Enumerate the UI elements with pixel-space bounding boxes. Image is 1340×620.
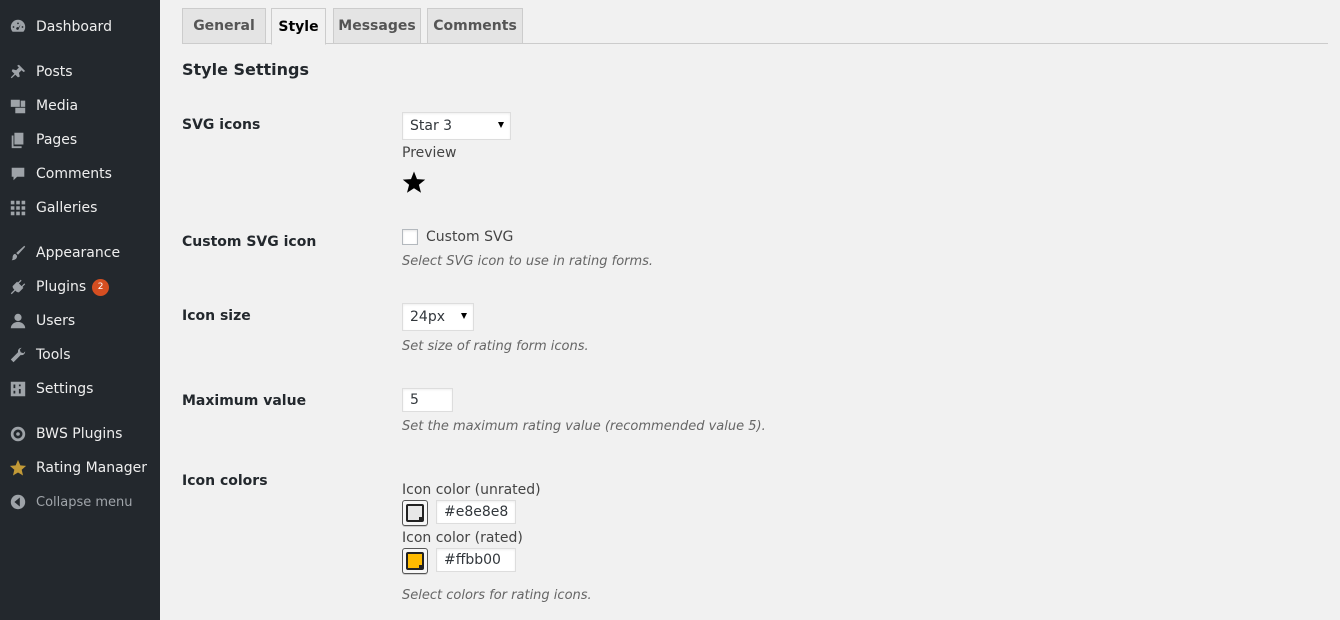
bws-icon: [8, 424, 28, 444]
unrated-color-input[interactable]: #e8e8e8: [436, 500, 516, 524]
sidebar-item-rating-manager[interactable]: Rating Manager: [0, 451, 160, 485]
svg-icon-select-value: Star 3: [410, 118, 453, 134]
section-title: Style Settings: [182, 60, 310, 79]
custom-svg-description: Select SVG icon to use in rating forms.: [402, 254, 654, 269]
svg-icon-select[interactable]: Star 3: [402, 112, 511, 140]
sidebar-item-label: Plugins: [36, 279, 87, 295]
media-icon: [8, 96, 28, 116]
sidebar-item-label: Dashboard: [36, 19, 112, 35]
sidebar-item-label: Pages: [36, 132, 78, 148]
pages-icon: [8, 130, 28, 150]
unrated-color-label: Icon color (unrated): [402, 482, 541, 498]
picker-corner-icon: [419, 565, 423, 569]
icon-colors-label: Icon colors: [182, 473, 268, 489]
sidebar-item-label: Comments: [36, 166, 112, 182]
tab-comments[interactable]: Comments: [427, 8, 523, 44]
sidebar-item-label: Media: [36, 98, 79, 114]
max-value-input[interactable]: 5: [402, 388, 453, 412]
sidebar-item-label: Posts: [36, 64, 73, 80]
unrated-color-picker-button[interactable]: [402, 500, 428, 526]
sidebar-item-bws-plugins[interactable]: BWS Plugins: [0, 417, 160, 451]
tab-general[interactable]: General: [182, 8, 266, 44]
icon-size-description: Set size of rating form icons.: [402, 339, 589, 354]
update-count-badge: 2: [92, 278, 110, 296]
sidebar-item-label: Users: [36, 313, 76, 329]
rated-color-input[interactable]: #ffbb00: [436, 548, 516, 572]
sidebar-item-pages[interactable]: Pages: [0, 123, 160, 157]
rated-color-picker-button[interactable]: [402, 548, 428, 574]
dropdown-arrow-icon: [461, 313, 467, 319]
brush-icon: [8, 243, 28, 263]
grid-icon: [8, 198, 28, 218]
dropdown-arrow-icon: [498, 122, 504, 128]
custom-svg-checkbox-label: Custom SVG: [426, 229, 514, 245]
star-preview-icon: [402, 170, 426, 194]
sidebar-item-comments[interactable]: Comments: [0, 157, 160, 191]
plug-icon: [8, 277, 28, 297]
pin-icon: [8, 62, 28, 82]
tab-style[interactable]: Style: [271, 8, 326, 45]
user-icon: [8, 311, 28, 331]
sidebar-item-label: Appearance: [36, 245, 121, 261]
comment-icon: [8, 164, 28, 184]
preview-label: Preview: [402, 145, 457, 161]
sidebar-item-label: Tools: [36, 347, 71, 363]
sidebar-item-plugins[interactable]: Plugins 2: [0, 270, 160, 304]
custom-svg-label: Custom SVG icon: [182, 234, 317, 250]
settings-main: General Style Messages Comments Style Se…: [160, 0, 1340, 620]
icon-colors-description: Select colors for rating icons.: [402, 588, 592, 603]
svg-icons-label: SVG icons: [182, 117, 261, 133]
sidebar-item-galleries[interactable]: Galleries: [0, 191, 160, 225]
sidebar-item-tools[interactable]: Tools: [0, 338, 160, 372]
sliders-icon: [8, 379, 28, 399]
star-icon: [8, 458, 28, 478]
collapse-menu-label: Collapse menu: [36, 494, 133, 510]
custom-svg-checkbox[interactable]: [402, 229, 418, 245]
dashboard-icon: [8, 17, 28, 37]
sidebar-item-label: Rating Manager: [36, 460, 147, 476]
sidebar-item-appearance[interactable]: Appearance: [0, 236, 160, 270]
collapse-menu-button[interactable]: Collapse menu: [0, 485, 160, 519]
picker-corner-icon: [419, 517, 423, 521]
sidebar-item-posts[interactable]: Posts: [0, 55, 160, 89]
collapse-icon: [8, 492, 28, 512]
sidebar-item-label: Galleries: [36, 200, 98, 216]
settings-tabs: General Style Messages Comments: [182, 8, 1328, 45]
icon-size-select-value: 24px: [410, 309, 445, 325]
admin-sidebar: Dashboard Posts Media Pages Comments Gal…: [0, 0, 160, 620]
icon-size-label: Icon size: [182, 308, 251, 324]
sidebar-item-media[interactable]: Media: [0, 89, 160, 123]
wrench-icon: [8, 345, 28, 365]
max-value-description: Set the maximum rating value (recommende…: [402, 419, 766, 434]
sidebar-item-dashboard[interactable]: Dashboard: [0, 10, 160, 44]
rated-color-label: Icon color (rated): [402, 530, 523, 546]
max-value-label: Maximum value: [182, 393, 307, 409]
sidebar-item-settings[interactable]: Settings: [0, 372, 160, 406]
icon-size-select[interactable]: 24px: [402, 303, 474, 331]
sidebar-item-label: BWS Plugins: [36, 426, 123, 442]
sidebar-item-users[interactable]: Users: [0, 304, 160, 338]
sidebar-item-label: Settings: [36, 381, 94, 397]
tab-messages[interactable]: Messages: [333, 8, 421, 44]
